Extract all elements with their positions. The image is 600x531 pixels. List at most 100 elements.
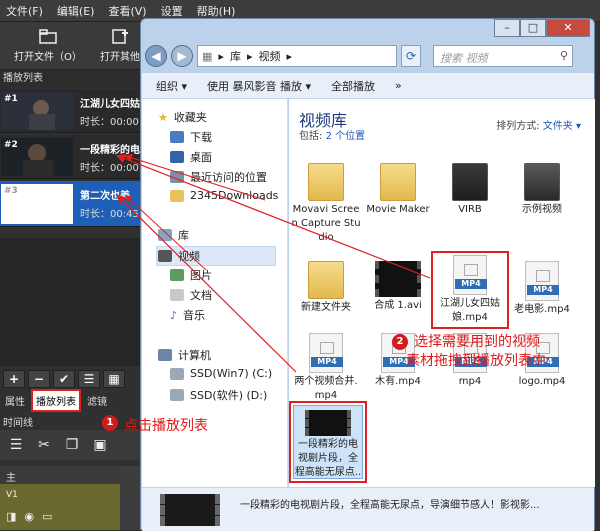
file-item-highlighted[interactable]: MP4 江湖儿女四姑娘.mp4: [431, 251, 509, 329]
playlist-item-number: #2: [4, 140, 18, 150]
file-item[interactable]: MP4 两个视频合并.mp4: [291, 333, 361, 403]
nav-pictures[interactable]: 图片: [170, 267, 212, 283]
open-other-button[interactable]: 打开其他: [100, 28, 140, 63]
menu-help[interactable]: 帮助(H): [197, 3, 236, 19]
nav-computer[interactable]: 计算机: [158, 347, 211, 363]
menu-view[interactable]: 查看(V): [108, 3, 146, 19]
playlist-panel-title: 播放列表: [0, 71, 140, 87]
menu-icon[interactable]: ☰: [8, 437, 24, 453]
open-file-label: 打开文件（O）: [14, 52, 82, 63]
menu-edit[interactable]: 编辑(E): [57, 3, 95, 19]
minimize-button[interactable]: –: [494, 19, 520, 37]
details-text: 一段精彩的电视剧片段，全程高能无尿点，导演细节感人！影视影...: [240, 500, 540, 511]
update-button[interactable]: ✔: [53, 370, 75, 388]
playlist-thumbnail: #2: [1, 138, 73, 176]
playlist-item-2[interactable]: #2 一段精彩的电视剧 时长：00:00:: [0, 135, 140, 179]
nav-drive-c[interactable]: SSD(Win7) (C:): [170, 367, 272, 380]
more-commands[interactable]: »: [395, 79, 402, 92]
mp4-file-icon: MP4: [453, 255, 487, 295]
open-file-button[interactable]: 打开文件（O）: [14, 28, 82, 63]
file-item[interactable]: Movie Maker: [363, 163, 433, 217]
file-item[interactable]: Movavi Screen Capture Studio: [291, 163, 361, 245]
folder-icon: [170, 189, 184, 202]
organize-menu[interactable]: 组织 ▾: [156, 78, 187, 94]
playlist-item-3[interactable]: #3 第二次也美 时长：00:45:: [0, 181, 140, 227]
nav-videos[interactable]: 视频: [156, 246, 276, 266]
file-item[interactable]: 示例视频: [507, 163, 577, 217]
remove-button[interactable]: −: [28, 370, 50, 388]
mp4-badge: MP4: [527, 285, 559, 295]
nav-desktop[interactable]: 桌面: [170, 149, 212, 165]
track-v1-header[interactable]: V1 ◨ ◉ ▭: [0, 484, 120, 530]
tab-properties[interactable]: 属性: [2, 391, 28, 410]
file-label: 江湖儿女四姑娘.mp4: [440, 298, 500, 323]
nav-libraries[interactable]: 库: [158, 227, 189, 243]
nav-videos-label: 视频: [178, 250, 200, 263]
arrange-by: 排列方式: 文件夹 ▾: [496, 117, 581, 132]
drive-icon: [170, 367, 184, 380]
file-label: logo.mp4: [518, 376, 566, 387]
nav-2345downloads[interactable]: 2345Downloads: [170, 189, 278, 202]
menu-settings[interactable]: 设置: [161, 3, 183, 19]
close-button[interactable]: ✕: [546, 19, 590, 37]
nav-music[interactable]: ♪ 音乐: [170, 307, 205, 323]
file-item[interactable]: 合成 1.avi: [363, 261, 433, 313]
copy-icon[interactable]: ❐: [64, 437, 80, 453]
breadcrumb-libraries[interactable]: 库: [230, 48, 241, 64]
paste-icon[interactable]: ▣: [92, 437, 108, 453]
search-input[interactable]: 搜索 视频 ⚲: [433, 45, 573, 67]
playlist-item-name: 一段精彩的电视剧: [80, 145, 140, 156]
search-icon: ⚲: [559, 49, 568, 62]
video-file-icon: [305, 410, 351, 436]
playlist-item-duration: 时长：00:00:: [80, 163, 140, 174]
tab-filters[interactable]: 滤镜: [84, 391, 110, 410]
documents-icon: [170, 289, 184, 301]
menu-file[interactable]: 文件(F): [6, 3, 43, 19]
nav-downloads[interactable]: 下载: [170, 129, 212, 145]
nav-favorites[interactable]: ★ 收藏夹: [158, 109, 207, 125]
nav-recent[interactable]: 最近访问的位置: [170, 169, 267, 185]
nav-computer-label: 计算机: [178, 349, 211, 362]
back-button[interactable]: ◀: [145, 45, 167, 67]
forward-button[interactable]: ▶: [171, 45, 193, 67]
tab-playlist[interactable]: 播放列表: [31, 388, 81, 412]
playlist-empty-area[interactable]: [0, 238, 140, 366]
maximize-button[interactable]: □: [520, 19, 546, 37]
file-item[interactable]: 新建文件夹: [291, 261, 361, 315]
mute-icon[interactable]: ◨: [6, 510, 16, 523]
nav-desktop-label: 桌面: [190, 151, 212, 164]
playlist-item-number: #1: [4, 94, 18, 104]
file-label: VIRB: [458, 204, 482, 215]
play-all-button[interactable]: 全部播放: [331, 78, 375, 94]
file-label: Movavi Screen Capture Studio: [291, 204, 361, 243]
file-item[interactable]: VIRB: [435, 163, 505, 217]
open-other-label: 打开其他: [100, 52, 140, 63]
add-button[interactable]: +: [3, 370, 25, 388]
address-bar[interactable]: ▦ ▸ 库 ▸ 视频 ▸: [197, 45, 397, 67]
includes-link[interactable]: 2 个位置: [326, 131, 366, 142]
nav-documents[interactable]: 文档: [170, 287, 212, 303]
play-with-menu[interactable]: 使用 暴风影音 播放 ▾: [207, 78, 311, 94]
playlist-item-name: 第二次也美: [80, 191, 130, 202]
file-item-selected[interactable]: 一段精彩的电视剧片段，全程高能无尿点..: [289, 401, 367, 483]
folder-icon: [452, 163, 488, 201]
library-icon: [158, 229, 172, 241]
explorer-window: – □ ✕ ◀ ▶ ▦ ▸ 库 ▸ 视频 ▸ ⟳ 搜索 视频 ⚲ 组织 ▾ 使用…: [140, 18, 595, 531]
arrange-dropdown[interactable]: 文件夹 ▾: [543, 121, 581, 132]
folder-icon: [308, 163, 344, 201]
lock-icon[interactable]: ▭: [42, 510, 52, 523]
mp4-file-icon: MP4: [309, 333, 343, 373]
refresh-button[interactable]: ⟳: [401, 45, 421, 67]
step-1-badge: 1: [102, 415, 118, 431]
breadcrumb-videos[interactable]: 视频: [258, 48, 280, 64]
nav-2345-label: 2345Downloads: [190, 189, 279, 202]
grid-view-button[interactable]: ▦: [103, 370, 125, 388]
nav-drive-d[interactable]: SSD(软件) (D:): [170, 387, 267, 403]
eye-icon[interactable]: ◉: [24, 510, 34, 523]
video-file-icon: [375, 261, 421, 297]
cut-icon[interactable]: ✂: [36, 437, 52, 453]
file-item[interactable]: MP4 老电影.mp4: [507, 261, 577, 317]
details-pane: 一段精彩的电视剧片段，全程高能无尿点，导演细节感人！影视影...: [142, 487, 594, 531]
list-view-button[interactable]: ☰: [78, 370, 100, 388]
playlist-item-1[interactable]: #1 江湖儿女四姑娘 时长：00:00:: [0, 89, 140, 133]
